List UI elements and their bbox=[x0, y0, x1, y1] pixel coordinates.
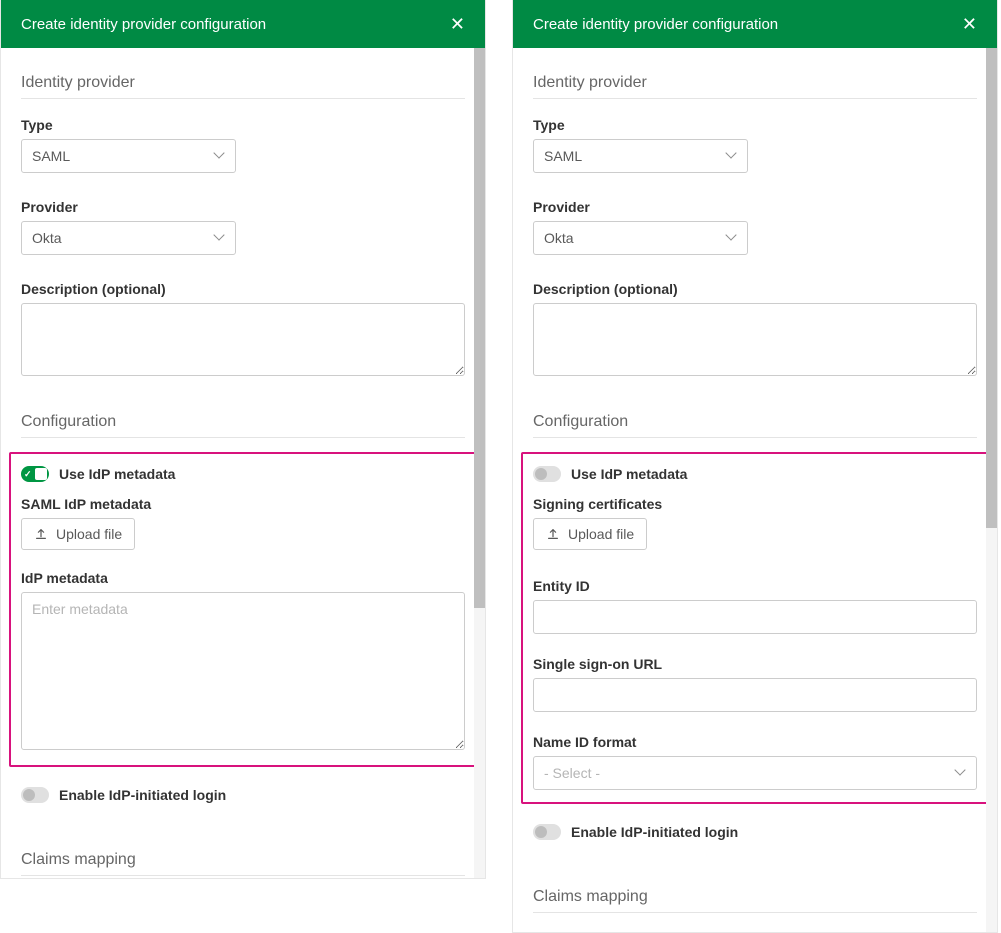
input-entity-id[interactable] bbox=[533, 600, 977, 634]
panel-idp-metadata-off: Create identity provider configuration ✕… bbox=[512, 0, 998, 933]
label-signing-certificates: Signing certificates bbox=[533, 496, 977, 512]
toggle-enable-idp-initiated[interactable] bbox=[533, 824, 561, 840]
scrollbar-track[interactable] bbox=[474, 48, 485, 878]
label-use-idp-metadata: Use IdP metadata bbox=[59, 466, 175, 482]
upload-icon bbox=[34, 527, 48, 541]
divider bbox=[533, 437, 977, 438]
toggle-idp-initiated-row: Enable IdP-initiated login bbox=[21, 787, 465, 803]
scroll-area: Identity provider Type SAML Provider Okt… bbox=[1, 48, 485, 878]
scrollbar-track[interactable] bbox=[986, 48, 997, 932]
select-type[interactable]: SAML bbox=[21, 139, 236, 173]
toggle-use-idp-metadata[interactable]: ✓ bbox=[21, 466, 49, 482]
dialog-header: Create identity provider configuration ✕ bbox=[513, 0, 997, 48]
toggle-idp-initiated-row: Enable IdP-initiated login bbox=[533, 824, 977, 840]
scroll-area: Identity provider Type SAML Provider Okt… bbox=[513, 48, 997, 932]
label-use-idp-metadata: Use IdP metadata bbox=[571, 466, 687, 482]
upload-file-button[interactable]: Upload file bbox=[21, 518, 135, 550]
label-enable-idp-initiated: Enable IdP-initiated login bbox=[571, 824, 738, 840]
label-type: Type bbox=[533, 117, 977, 133]
label-provider: Provider bbox=[21, 199, 465, 215]
toggle-use-idp-metadata[interactable] bbox=[533, 466, 561, 482]
select-name-id-format[interactable]: - Select - bbox=[533, 756, 977, 790]
divider bbox=[21, 437, 465, 438]
toggle-use-idp-metadata-row: ✓ Use IdP metadata bbox=[21, 466, 465, 482]
dialog-header: Create identity provider configuration ✕ bbox=[1, 0, 485, 48]
label-provider: Provider bbox=[533, 199, 977, 215]
label-enable-idp-initiated: Enable IdP-initiated login bbox=[59, 787, 226, 803]
section-claims-mapping: Claims mapping bbox=[21, 851, 465, 869]
divider bbox=[533, 912, 977, 913]
highlight-configuration: Use IdP metadata Signing certificates Up… bbox=[521, 452, 989, 804]
scrollbar-thumb[interactable] bbox=[474, 48, 485, 608]
label-type: Type bbox=[21, 117, 465, 133]
close-icon[interactable]: ✕ bbox=[962, 15, 977, 33]
chevron-down-icon bbox=[215, 151, 225, 161]
dialog-title: Create identity provider configuration bbox=[21, 16, 266, 33]
label-name-id-format: Name ID format bbox=[533, 734, 977, 750]
label-entity-id: Entity ID bbox=[533, 578, 977, 594]
divider bbox=[533, 98, 977, 99]
chevron-down-icon bbox=[727, 151, 737, 161]
label-sso-url: Single sign-on URL bbox=[533, 656, 977, 672]
toggle-use-idp-metadata-row: Use IdP metadata bbox=[533, 466, 977, 482]
select-provider-value: Okta bbox=[544, 230, 574, 246]
label-saml-idp-metadata: SAML IdP metadata bbox=[21, 496, 465, 512]
textarea-description[interactable] bbox=[21, 303, 465, 376]
upload-icon bbox=[546, 527, 560, 541]
section-configuration: Configuration bbox=[533, 413, 977, 431]
upload-file-button[interactable]: Upload file bbox=[533, 518, 647, 550]
label-description: Description (optional) bbox=[533, 281, 977, 297]
section-identity-provider: Identity provider bbox=[21, 74, 465, 92]
select-type[interactable]: SAML bbox=[533, 139, 748, 173]
label-idp-metadata: IdP metadata bbox=[21, 570, 465, 586]
section-configuration: Configuration bbox=[21, 413, 465, 431]
divider bbox=[21, 875, 465, 876]
scrollbar-thumb[interactable] bbox=[986, 48, 997, 528]
toggle-enable-idp-initiated[interactable] bbox=[21, 787, 49, 803]
highlight-configuration: ✓ Use IdP metadata SAML IdP metadata Upl… bbox=[9, 452, 477, 767]
select-provider[interactable]: Okta bbox=[21, 221, 236, 255]
select-type-value: SAML bbox=[32, 148, 70, 164]
divider bbox=[21, 98, 465, 99]
upload-file-label: Upload file bbox=[568, 526, 634, 542]
label-description: Description (optional) bbox=[21, 281, 465, 297]
section-identity-provider: Identity provider bbox=[533, 74, 977, 92]
section-claims-mapping: Claims mapping bbox=[533, 888, 977, 906]
dialog-title: Create identity provider configuration bbox=[533, 16, 778, 33]
upload-file-label: Upload file bbox=[56, 526, 122, 542]
textarea-description[interactable] bbox=[533, 303, 977, 376]
chevron-down-icon bbox=[727, 233, 737, 243]
select-name-id-placeholder: - Select - bbox=[544, 765, 600, 781]
textarea-idp-metadata[interactable] bbox=[21, 592, 465, 750]
select-provider-value: Okta bbox=[32, 230, 62, 246]
chevron-down-icon bbox=[215, 233, 225, 243]
close-icon[interactable]: ✕ bbox=[450, 15, 465, 33]
panel-idp-metadata-on: Create identity provider configuration ✕… bbox=[0, 0, 486, 879]
select-type-value: SAML bbox=[544, 148, 582, 164]
input-sso-url[interactable] bbox=[533, 678, 977, 712]
select-provider[interactable]: Okta bbox=[533, 221, 748, 255]
chevron-down-icon bbox=[956, 768, 966, 778]
